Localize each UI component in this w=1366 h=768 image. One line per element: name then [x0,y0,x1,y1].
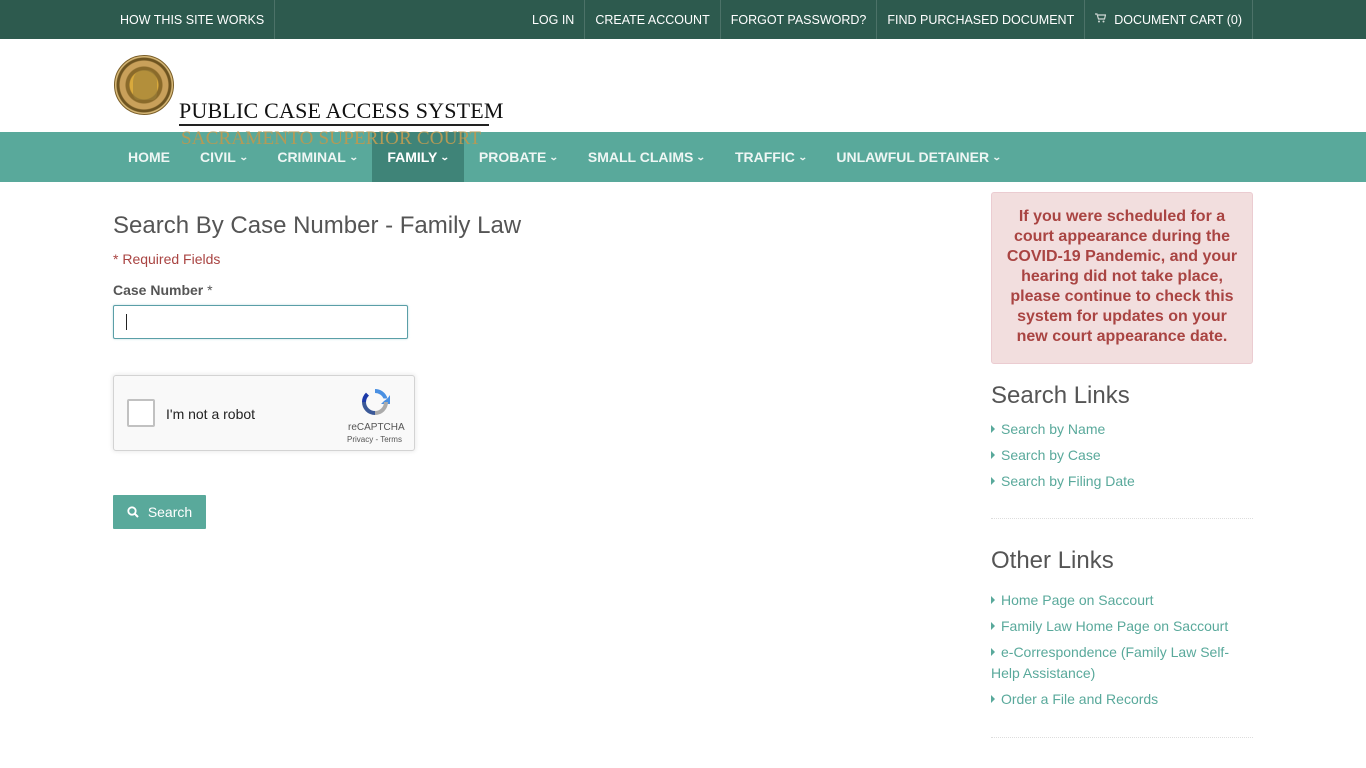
chevron-down-icon: ⌄ [797,151,808,162]
home-page-saccourt-link[interactable]: Home Page on Saccourt [1001,592,1154,608]
caret-right-icon [991,648,995,656]
covid-alert: If you were scheduled for a court appear… [991,192,1253,364]
top-utility-bar: HOW THIS SITE WORKS LOG IN CREATE ACCOUN… [0,0,1366,39]
text-cursor [126,314,127,330]
title-divider [179,124,489,126]
document-cart-label: DOCUMENT CART (0) [1114,12,1242,27]
search-by-filing-date-link[interactable]: Search by Filing Date [1001,473,1135,489]
required-fields-note: * Required Fields [113,251,221,267]
chevron-down-icon: ⌄ [696,151,707,162]
document-cart-link[interactable]: DOCUMENT CART (0) [1084,0,1253,39]
order-file-records-link[interactable]: Order a File and Records [1001,691,1158,707]
recaptcha-widget: I'm not a robot reCAPTCHA Privacy - Term… [113,375,415,451]
search-by-case-link[interactable]: Search by Case [1001,447,1101,463]
recaptcha-brand: reCAPTCHA [348,422,405,433]
caret-right-icon [991,695,995,703]
list-item: Family Law Home Page on Saccourt [991,616,1253,637]
search-button[interactable]: Search [113,495,206,529]
page-title: Search By Case Number - Family Law [113,212,522,239]
chevron-down-icon: ⌄ [348,151,359,162]
search-icon [127,506,139,518]
shopping-cart-icon [1095,13,1107,26]
section-divider [991,737,1253,738]
site-title[interactable]: PUBLIC CASE ACCESS SYSTEM [179,98,504,124]
nav-home[interactable]: HOME [113,132,185,182]
search-links-heading: Search Links [991,382,1130,409]
list-item: Search by Case [991,445,1253,466]
site-subtitle[interactable]: SACRAMENTO SUPERIOR COURT [181,128,481,150]
other-links-list: Home Page on Saccourt Family Law Home Pa… [991,590,1253,715]
find-purchased-document-link[interactable]: FIND PURCHASED DOCUMENT [876,0,1084,39]
caret-right-icon [991,425,995,433]
nav-traffic[interactable]: TRAFFIC ⌄ [720,132,821,182]
search-button-label: Search [147,504,193,520]
list-item: e-Correspondence (Family Law Self-Help A… [991,642,1253,684]
nav-small-claims[interactable]: SMALL CLAIMS ⌄ [573,132,720,182]
recaptcha-checkbox[interactable] [127,399,155,427]
case-number-label: Case Number * [113,282,213,298]
section-divider [991,518,1253,519]
list-item: Order a File and Records [991,689,1253,710]
nav-unlawful-detainer[interactable]: UNLAWFUL DETAINER ⌄ [821,132,1015,182]
court-seal-logo[interactable] [114,55,174,115]
caret-right-icon [991,596,995,604]
how-this-site-works-link[interactable]: HOW THIS SITE WORKS [113,0,276,39]
chevron-down-icon: ⌄ [549,151,560,162]
log-in-link[interactable]: LOG IN [522,0,584,39]
site-header: PUBLIC CASE ACCESS SYSTEM SACRAMENTO SUP… [0,39,1366,149]
family-law-home-page-link[interactable]: Family Law Home Page on Saccourt [1001,618,1228,634]
forgot-password-link[interactable]: FORGOT PASSWORD? [719,0,877,39]
list-item: Search by Filing Date [991,471,1253,492]
chevron-down-icon: ⌄ [991,151,1002,162]
chevron-down-icon: ⌄ [238,151,249,162]
caret-right-icon [991,451,995,459]
recaptcha-logo-icon [362,389,390,415]
recaptcha-privacy-terms-link[interactable]: Privacy - Terms [347,435,402,444]
e-correspondence-link[interactable]: e-Correspondence (Family Law Self-Help A… [991,644,1229,681]
other-links-heading: Other Links [991,547,1114,574]
caret-right-icon [991,622,995,630]
recaptcha-label: I'm not a robot [166,406,256,422]
chevron-down-icon: ⌄ [440,151,451,162]
create-account-link[interactable]: CREATE ACCOUNT [584,0,719,39]
search-links-list: Search by Name Search by Case Search by … [991,419,1253,497]
caret-right-icon [991,477,995,485]
list-item: Home Page on Saccourt [991,590,1253,611]
list-item: Search by Name [991,419,1253,440]
search-by-name-link[interactable]: Search by Name [1001,421,1105,437]
case-number-input[interactable] [113,305,408,339]
